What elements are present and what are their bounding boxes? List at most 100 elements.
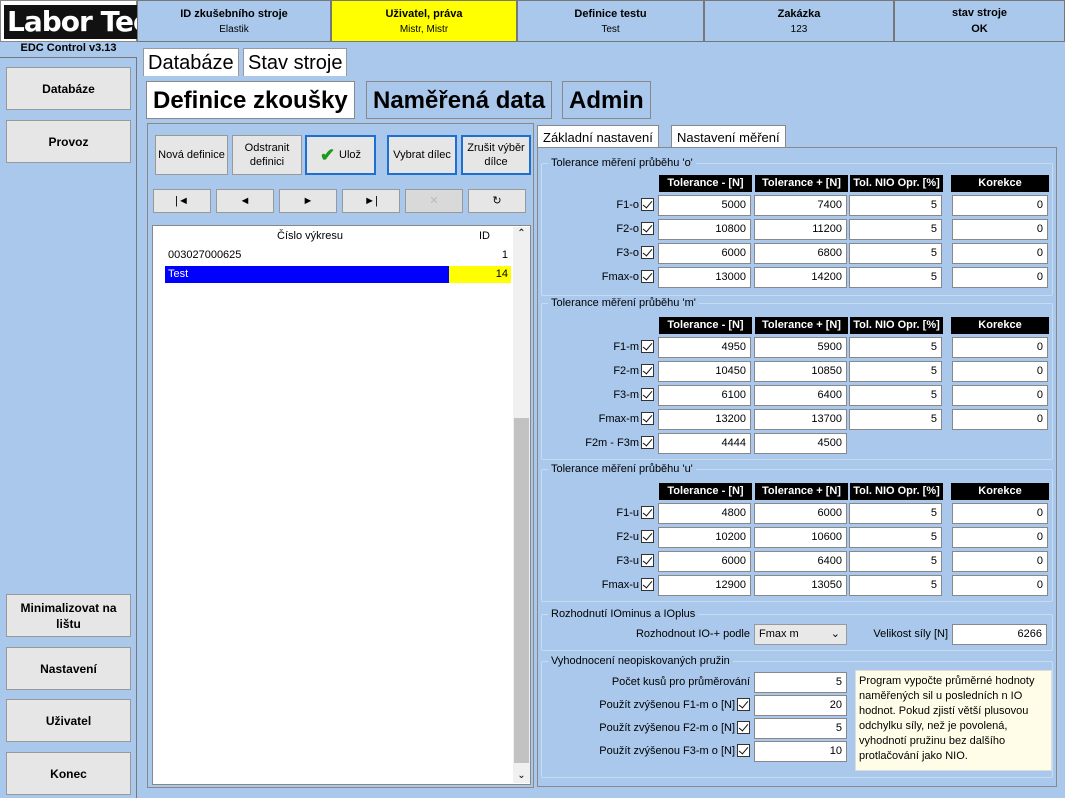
tab-stav-stroje[interactable]: Stav stroje xyxy=(243,48,348,76)
tolerance-input[interactable]: 5 xyxy=(849,409,942,430)
cancel-part-button[interactable]: Zrušit výběr dílce xyxy=(461,135,531,175)
spring-value-input[interactable]: 5 xyxy=(754,718,847,739)
checkbox[interactable] xyxy=(641,435,654,449)
sidebar-item-konec[interactable]: Konec xyxy=(6,752,131,795)
tolerance-input[interactable]: 12900 xyxy=(658,575,751,596)
scroll-thumb[interactable] xyxy=(514,418,529,763)
tolerance-input[interactable]: 5 xyxy=(849,195,942,216)
tolerance-input[interactable]: 0 xyxy=(952,267,1048,288)
spring-value-input[interactable]: 5 xyxy=(754,672,847,693)
tolerance-input[interactable]: 0 xyxy=(952,385,1048,406)
checkbox[interactable] xyxy=(737,743,750,757)
tolerance-input[interactable]: 0 xyxy=(952,195,1048,216)
tolerance-input[interactable]: 10800 xyxy=(658,219,751,240)
sidebar-item-uzivatel[interactable]: Uživatel xyxy=(6,699,131,742)
tolerance-input[interactable]: 5 xyxy=(849,575,942,596)
checkbox[interactable] xyxy=(641,577,654,591)
scroll-up-icon[interactable]: ⌃ xyxy=(513,227,530,241)
tab-databaze[interactable]: Databáze xyxy=(143,48,239,76)
force-input[interactable]: 6266 xyxy=(952,624,1047,645)
tab-definice-zkousky[interactable]: Definice zkoušky xyxy=(146,81,355,119)
checkbox[interactable] xyxy=(641,269,654,283)
list-item[interactable]: 003027000625 1 xyxy=(165,247,511,264)
nav-next-button[interactable]: ► xyxy=(279,189,337,213)
tolerance-input[interactable]: 7400 xyxy=(754,195,847,216)
tolerance-input[interactable]: 6400 xyxy=(754,385,847,406)
checkbox[interactable] xyxy=(641,553,654,567)
save-button[interactable]: ✔ Ulož xyxy=(305,135,376,175)
tolerance-input[interactable]: 6400 xyxy=(754,551,847,572)
tolerance-input[interactable]: 10200 xyxy=(658,527,751,548)
tolerance-input[interactable]: 5 xyxy=(849,361,942,382)
sidebar-item-nastaveni[interactable]: Nastavení xyxy=(6,647,131,690)
tolerance-input[interactable]: 6000 xyxy=(658,551,751,572)
checkbox[interactable] xyxy=(641,197,654,211)
tolerance-input[interactable]: 4500 xyxy=(754,433,847,454)
checkbox[interactable] xyxy=(641,363,654,377)
checkbox[interactable] xyxy=(641,387,654,401)
checkbox[interactable] xyxy=(641,411,654,425)
tolerance-input[interactable]: 5 xyxy=(849,551,942,572)
tolerance-input[interactable]: 5 xyxy=(849,527,942,548)
tab-admin[interactable]: Admin xyxy=(562,81,651,119)
tolerance-input[interactable]: 0 xyxy=(952,243,1048,264)
tolerance-input[interactable]: 0 xyxy=(952,361,1048,382)
tab-namerena-data[interactable]: Naměřená data xyxy=(366,81,553,119)
tolerance-input[interactable]: 5000 xyxy=(658,195,751,216)
tolerance-input[interactable]: 0 xyxy=(952,527,1048,548)
tolerance-input[interactable]: 6000 xyxy=(658,243,751,264)
tolerance-input[interactable]: 0 xyxy=(952,503,1048,524)
tolerance-input[interactable]: 5 xyxy=(849,503,942,524)
tolerance-input[interactable]: 5 xyxy=(849,267,942,288)
tolerance-input[interactable]: 4800 xyxy=(658,503,751,524)
checkbox[interactable] xyxy=(641,505,654,519)
nav-first-button[interactable]: |◄ xyxy=(153,189,211,213)
tolerance-input[interactable]: 4444 xyxy=(658,433,751,454)
tolerance-input[interactable]: 10450 xyxy=(658,361,751,382)
tolerance-input[interactable]: 5 xyxy=(849,337,942,358)
new-definition-button[interactable]: Nová definice xyxy=(155,135,228,175)
checkbox[interactable] xyxy=(737,720,750,734)
decision-select[interactable]: Fmax m ⌄ xyxy=(754,624,847,645)
checkbox[interactable] xyxy=(641,529,654,543)
tolerance-input[interactable]: 6000 xyxy=(754,503,847,524)
checkbox[interactable] xyxy=(737,697,750,711)
tolerance-input[interactable]: 4950 xyxy=(658,337,751,358)
nav-prev-button[interactable]: ◄ xyxy=(216,189,274,213)
tolerance-input[interactable]: 5900 xyxy=(754,337,847,358)
tolerance-input[interactable]: 5 xyxy=(849,219,942,240)
sidebar-item-minimize[interactable]: Minimalizovat na lištu xyxy=(6,594,131,637)
tolerance-input[interactable]: 13700 xyxy=(754,409,847,430)
select-part-button[interactable]: Vybrat dílec xyxy=(387,135,457,175)
checkbox[interactable] xyxy=(641,245,654,259)
list-item-selected[interactable]: Test 14 xyxy=(165,266,511,283)
tolerance-input[interactable]: 6100 xyxy=(658,385,751,406)
sidebar-item-databaze[interactable]: Databáze xyxy=(6,67,131,110)
checkbox[interactable] xyxy=(641,339,654,353)
tolerance-input[interactable]: 0 xyxy=(952,551,1048,572)
tolerance-input[interactable]: 5 xyxy=(849,385,942,406)
tolerance-input[interactable]: 0 xyxy=(952,337,1048,358)
remove-definition-button[interactable]: Odstranit definici xyxy=(232,135,302,175)
tolerance-input[interactable]: 13200 xyxy=(658,409,751,430)
tolerance-input[interactable]: 14200 xyxy=(754,267,847,288)
scroll-down-icon[interactable]: ⌄ xyxy=(513,769,530,783)
spring-value-input[interactable]: 20 xyxy=(754,695,847,716)
nav-delete-button[interactable]: ✕ xyxy=(405,189,463,213)
nav-last-button[interactable]: ►| xyxy=(342,189,400,213)
tolerance-input[interactable]: 0 xyxy=(952,575,1048,596)
tolerance-input[interactable]: 0 xyxy=(952,409,1048,430)
tolerance-input[interactable]: 13000 xyxy=(658,267,751,288)
sidebar-item-provoz[interactable]: Provoz xyxy=(6,120,131,163)
tab-zakladni-nastaveni[interactable]: Základní nastavení xyxy=(537,125,659,149)
checkbox[interactable] xyxy=(641,221,654,235)
tolerance-input[interactable]: 11200 xyxy=(754,219,847,240)
spring-value-input[interactable]: 10 xyxy=(754,741,847,762)
tolerance-input[interactable]: 0 xyxy=(952,219,1048,240)
nav-refresh-button[interactable]: ↻ xyxy=(468,189,526,213)
tolerance-input[interactable]: 6800 xyxy=(754,243,847,264)
tab-nastaveni-mereni[interactable]: Nastavení měření xyxy=(671,125,786,149)
tolerance-input[interactable]: 13050 xyxy=(754,575,847,596)
tolerance-input[interactable]: 5 xyxy=(849,243,942,264)
tolerance-input[interactable]: 10600 xyxy=(754,527,847,548)
